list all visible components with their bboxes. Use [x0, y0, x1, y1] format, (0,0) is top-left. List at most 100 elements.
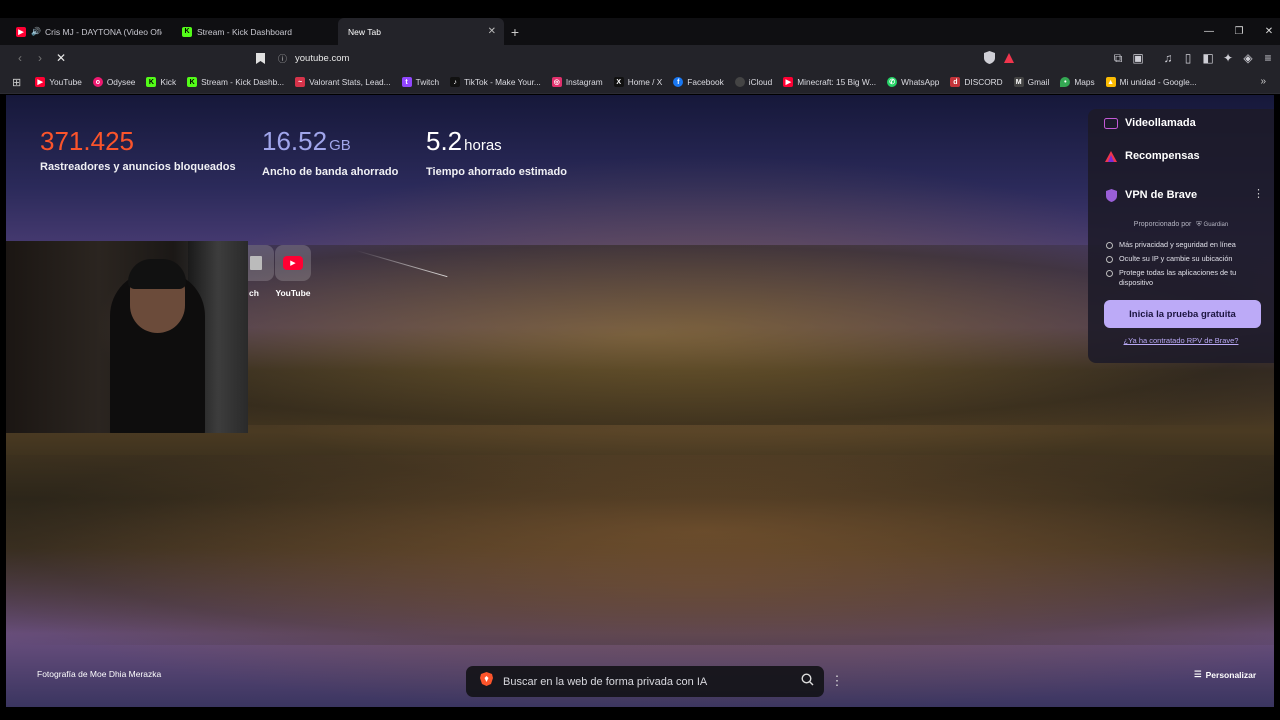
toolbar: ‹ › ✕ ⓘ youtube.com ⧉ ▣ ♫ ▯ ◧ ✦ ◈ ≡ [0, 45, 1280, 71]
stat-trackers-blocked: 371.425 Rastreadores y anuncios bloquead… [40, 125, 236, 173]
already-purchased-vpn-link[interactable]: ¿Ya ha contratado RPV de Brave? [1088, 336, 1274, 345]
stat-unit: horas [464, 137, 502, 154]
bookmark-facebook[interactable]: f Facebook [673, 77, 724, 87]
bookmark-discord[interactable]: d DISCORD [950, 77, 1003, 87]
stat-value: 5.2 [426, 126, 463, 156]
tab-new-tab[interactable]: New Tab ✕ [338, 18, 504, 45]
twitch-icon: t [401, 77, 412, 87]
tab-youtube-video[interactable]: ▶ 🔊 Cris MJ - DAYTONA (Video Oficial) [6, 18, 172, 45]
more-bookmarks-icon[interactable]: » [1260, 76, 1266, 87]
brave-logo-icon [480, 672, 493, 691]
whatsapp-icon: ✆ [887, 77, 898, 87]
sidebar-icon[interactable]: ▯ [1178, 48, 1198, 68]
stat-time-saved: 5.2 horas Tiempo ahorrado estimado [426, 125, 567, 178]
rewards-widget[interactable]: Recompensas [1104, 150, 1200, 162]
top-site-label: YouTube [275, 288, 311, 298]
youtube-icon: ▶ [283, 256, 303, 270]
leo-ai-icon[interactable]: ✦ [1218, 48, 1238, 68]
tracker-icon: ~ [295, 77, 306, 87]
background-reflection [6, 455, 1274, 645]
bookmark-instagram[interactable]: ◎ Instagram [551, 77, 603, 87]
top-site-youtube[interactable]: ▶ [275, 245, 311, 281]
apps-grid-icon[interactable]: ⊞ [12, 76, 21, 89]
brave-shields-icon[interactable] [984, 51, 995, 69]
url-text: youtube.com [295, 52, 350, 64]
vpn-icon[interactable]: ◈ [1238, 48, 1258, 68]
gmail-icon: M [1013, 77, 1024, 87]
stat-value: 16.52 [262, 126, 328, 156]
bookmark-youtube[interactable]: ▶ YouTube [35, 77, 82, 87]
customize-button[interactable]: ☰ Personalizar [1194, 669, 1256, 680]
wallet-icon[interactable]: ◧ [1198, 48, 1218, 68]
maps-icon: • [1060, 77, 1071, 87]
vpn-shield-icon [1104, 188, 1118, 202]
screenshot-icon[interactable]: ▣ [1128, 48, 1148, 68]
minimize-button[interactable]: — [1194, 18, 1224, 45]
search-options-icon[interactable]: ⋮ [831, 671, 844, 691]
search-placeholder: Buscar en la web de forma privada con IA [503, 675, 708, 688]
new-tab-button[interactable]: + [504, 18, 526, 45]
site-info-icon[interactable]: ⓘ [278, 52, 287, 65]
browser-window: ▶ 🔊 Cris MJ - DAYTONA (Video Oficial) K … [0, 0, 1280, 720]
bookmark-kick[interactable]: K Kick [146, 77, 176, 87]
bookmark-x[interactable]: X Home / X [613, 77, 662, 87]
sliders-icon: ☰ [1194, 669, 1202, 679]
instagram-icon: ◎ [551, 77, 562, 87]
youtube-icon: ▶ [16, 26, 26, 37]
window-close-button[interactable]: ✕ [1254, 18, 1280, 45]
bookmark-valorant-stats[interactable]: ~ Valorant Stats, Lead... [295, 77, 391, 87]
start-free-trial-button[interactable]: Inicia la prueba gratuita [1104, 300, 1261, 328]
tab-title: Cris MJ - DAYTONA (Video Oficial) [44, 26, 162, 37]
bookmark-minecraft-video[interactable]: ▶ Minecraft: 15 Big W... [783, 77, 876, 87]
list-item: Más privacidad y seguridad en línea [1106, 240, 1266, 250]
menu-icon[interactable]: ≡ [1258, 48, 1278, 68]
vpn-more-options-icon[interactable]: ⋮ [1253, 187, 1264, 200]
tab-kick-dashboard[interactable]: K Stream - Kick Dashboard [172, 18, 338, 45]
apple-icon [734, 77, 745, 87]
youtube-icon: ▶ [35, 77, 46, 87]
stop-loading-button[interactable]: ✕ [51, 48, 71, 68]
facebook-icon: f [673, 77, 684, 87]
youtube-icon: ▶ [783, 77, 794, 87]
search-icon[interactable] [801, 673, 814, 691]
videocall-widget[interactable]: Videollamada [1104, 117, 1196, 129]
forward-button[interactable]: › [30, 48, 50, 68]
bookmark-icon[interactable] [250, 48, 270, 68]
bookmark-kick-dashboard[interactable]: K Stream - Kick Dashb... [187, 77, 284, 87]
stat-bandwidth-saved: 16.52 GB Ancho de banda ahorrado [262, 125, 398, 178]
kick-icon: K [182, 26, 192, 37]
kick-icon: K [187, 77, 198, 87]
drive-icon: ▲ [1105, 77, 1116, 87]
close-icon[interactable]: ✕ [488, 26, 496, 37]
toolbar-right: ⧉ ▣ ♫ ▯ ◧ ✦ ◈ ≡ [1108, 48, 1280, 68]
stat-label: Rastreadores y anuncios bloqueados [40, 161, 236, 173]
speaker-icon[interactable]: 🔊 [31, 27, 41, 36]
list-item: Protege todas las aplicaciones de tu dis… [1106, 268, 1266, 288]
extensions-icon[interactable]: ⧉ [1108, 48, 1128, 68]
brave-rewards-icon[interactable] [1003, 51, 1015, 69]
widget-panel: Videollamada Recompensas VPN de Brave ⋮ … [1088, 109, 1274, 363]
brave-rewards-icon [1104, 150, 1118, 162]
bookmark-whatsapp[interactable]: ✆ WhatsApp [887, 77, 939, 87]
stat-value: 371.425 [40, 126, 134, 156]
guardian-logo-icon: ⛨ [1196, 221, 1202, 228]
bookmark-maps[interactable]: • Maps [1060, 77, 1095, 87]
maximize-button[interactable]: ❐ [1224, 18, 1254, 45]
stat-label: Tiempo ahorrado estimado [426, 166, 567, 178]
bookmark-gmail[interactable]: M Gmail [1013, 77, 1049, 87]
bookmark-google-drive[interactable]: ▲ Mi unidad - Google... [1105, 77, 1197, 87]
bookmark-twitch[interactable]: t Twitch [401, 77, 439, 87]
back-button[interactable]: ‹ [10, 48, 30, 68]
stat-label: Ancho de banda ahorrado [262, 166, 399, 178]
stat-unit: GB [329, 137, 351, 154]
tab-title: Stream - Kick Dashboard [197, 26, 292, 37]
address-bar[interactable]: ⓘ youtube.com [278, 48, 1023, 68]
media-icon[interactable]: ♫ [1158, 48, 1178, 68]
bookmark-tiktok[interactable]: ♪ TikTok - Make Your... [450, 77, 541, 87]
photo-credit[interactable]: Fotografía de Moe Dhia Merazka [37, 669, 161, 679]
bookmark-odysee[interactable]: o Odysee [92, 77, 135, 87]
search-box[interactable]: Buscar en la web de forma privada con IA [466, 666, 824, 697]
twitch-icon [250, 256, 262, 270]
odysee-icon: o [92, 77, 103, 87]
bookmark-icloud[interactable]: iCloud [734, 77, 772, 87]
